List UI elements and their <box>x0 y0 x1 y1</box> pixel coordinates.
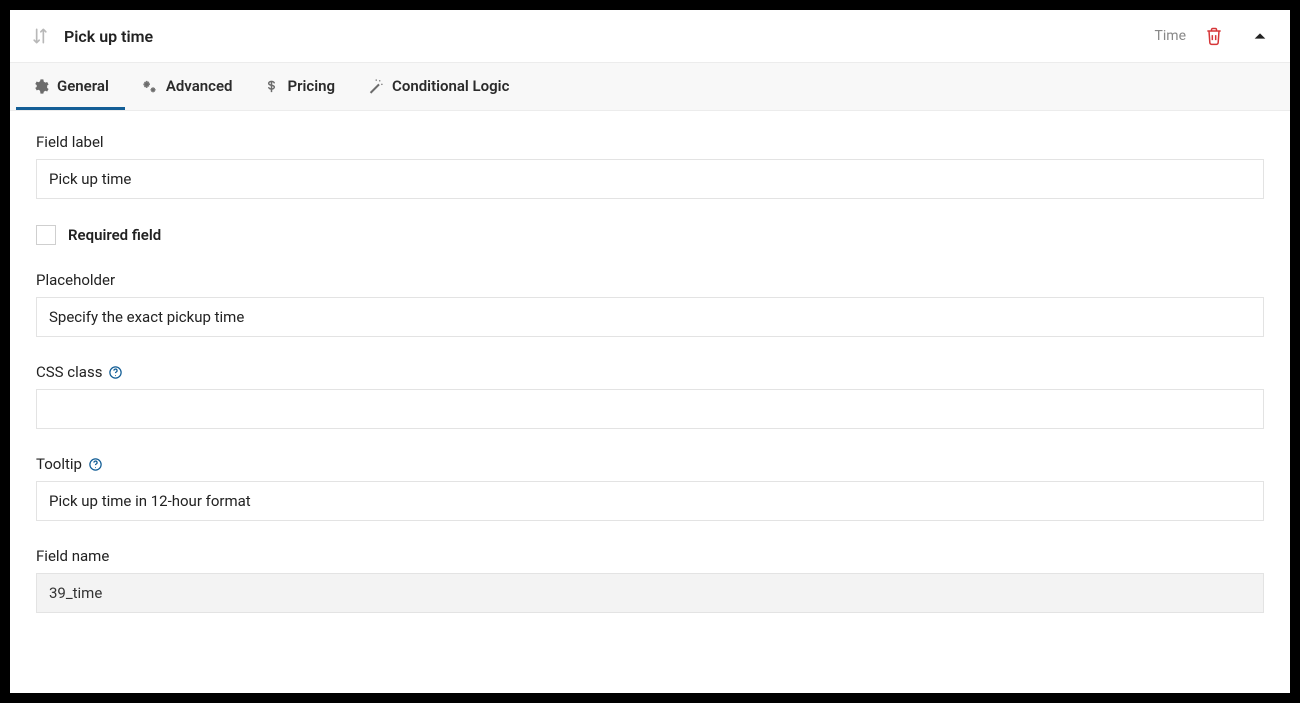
placeholder-input[interactable] <box>36 297 1264 337</box>
field-label-label: Field label <box>36 133 1264 151</box>
gears-icon <box>141 78 158 95</box>
placeholder-label: Placeholder <box>36 271 1264 289</box>
css-class-input[interactable] <box>36 389 1264 429</box>
tooltip-label-text: Tooltip <box>36 455 82 473</box>
tab-pricing[interactable]: Pricing <box>248 63 351 110</box>
required-checkbox[interactable] <box>36 225 56 245</box>
tab-label: General <box>57 77 109 95</box>
tooltip-group: Tooltip <box>36 455 1264 521</box>
field-name-label: Field name <box>36 547 1264 565</box>
collapse-button[interactable] <box>1242 24 1270 48</box>
required-label: Required field <box>68 226 161 244</box>
css-class-label-text: CSS class <box>36 363 102 381</box>
css-class-label: CSS class <box>36 363 1264 381</box>
drag-handle-icon[interactable] <box>30 26 50 46</box>
field-name-group: Field name <box>36 547 1264 613</box>
required-field-row: Required field <box>36 225 1264 245</box>
tab-conditional-logic[interactable]: Conditional Logic <box>351 63 525 110</box>
form-body: Field label Required field Placeholder C… <box>10 111 1290 641</box>
tab-general[interactable]: General <box>16 63 125 110</box>
panel-header: Pick up time Time <box>10 10 1290 62</box>
tooltip-label: Tooltip <box>36 455 1264 473</box>
gear-icon <box>32 78 49 95</box>
help-icon[interactable] <box>108 365 123 380</box>
tab-label: Pricing <box>287 77 335 95</box>
tab-advanced[interactable]: Advanced <box>125 63 249 110</box>
tab-label: Advanced <box>166 77 233 95</box>
placeholder-group: Placeholder <box>36 271 1264 337</box>
field-label-group: Field label <box>36 133 1264 199</box>
tab-label: Conditional Logic <box>392 77 509 95</box>
magic-wand-icon <box>367 78 384 95</box>
field-label-input[interactable] <box>36 159 1264 199</box>
panel-title: Pick up time <box>64 27 153 46</box>
tooltip-input[interactable] <box>36 481 1264 521</box>
css-class-group: CSS class <box>36 363 1264 429</box>
tab-bar: General Advanced Pricing <box>10 62 1290 111</box>
dollar-icon <box>264 78 279 95</box>
help-icon[interactable] <box>88 457 103 472</box>
delete-button[interactable] <box>1200 22 1228 50</box>
field-editor-panel: Pick up time Time General <box>10 10 1290 693</box>
field-name-input <box>36 573 1264 613</box>
field-type-label: Time <box>1155 28 1186 44</box>
